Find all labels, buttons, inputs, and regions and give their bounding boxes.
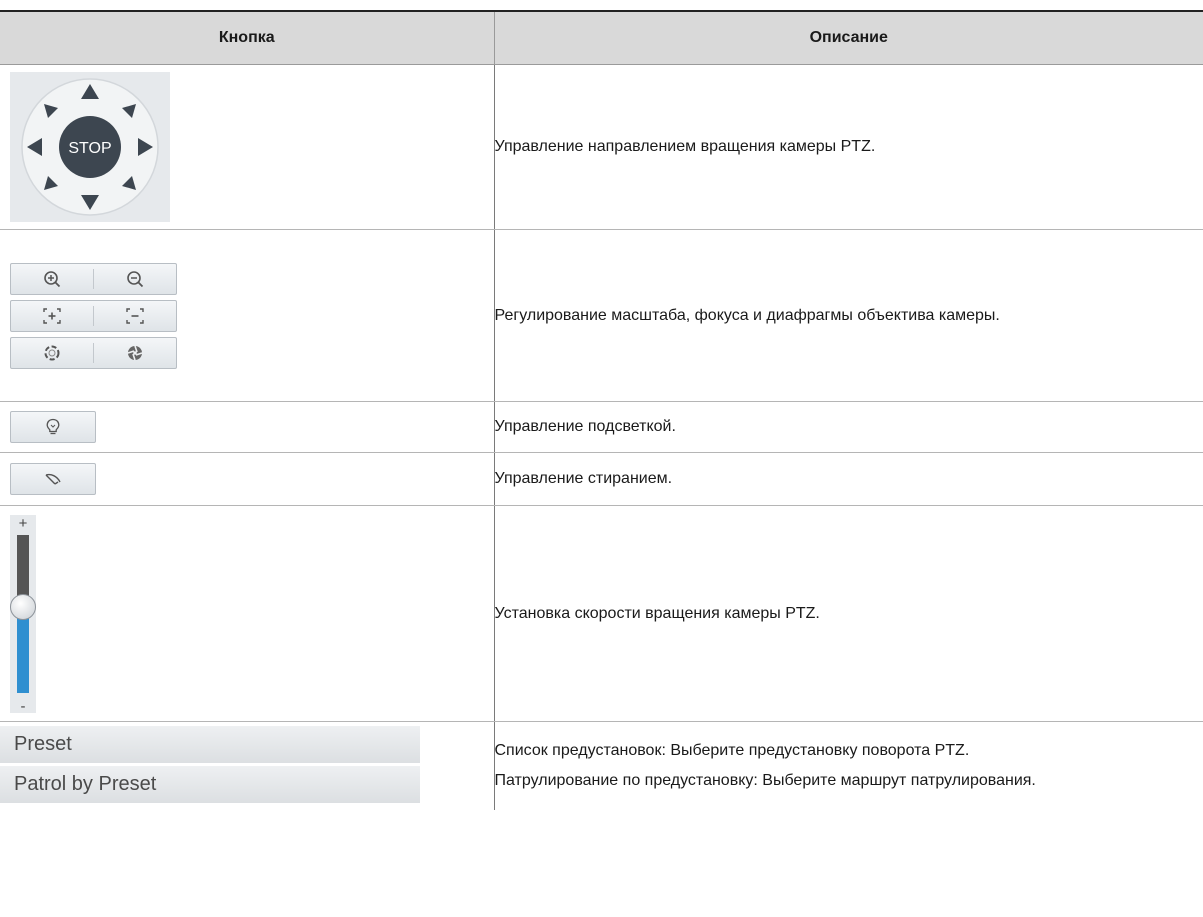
header-description: Описание: [494, 10, 1203, 65]
button-description-table: Кнопка Описание STOP Управление направле…: [0, 10, 1203, 810]
table-row: Регулирование масштаба, фокуса и диафраг…: [0, 229, 1203, 402]
table-header-row: Кнопка Описание: [0, 10, 1203, 65]
table-row: + - Установка скорости вращения камеры P…: [0, 505, 1203, 722]
row-description: Список предустановок: Выберите предустан…: [494, 741, 970, 759]
preset-menu: Preset Patrol by Preset: [0, 725, 420, 806]
iris-close-button[interactable]: [94, 338, 176, 368]
table-row: Управление подсветкой.: [0, 401, 1203, 453]
focus-buttons: [10, 299, 177, 332]
header-button: Кнопка: [0, 10, 495, 65]
ptz-direction-pad: STOP: [10, 72, 170, 222]
row-description: Управление подсветкой.: [494, 418, 676, 435]
iris-close-icon: [127, 345, 143, 360]
row-description: Управление стиранием.: [494, 470, 673, 487]
light-bulb-icon: [46, 418, 60, 435]
row-description: Управление направлением вращения камеры …: [494, 138, 876, 155]
light-button[interactable]: [10, 411, 96, 443]
zoom-in-icon: [44, 270, 61, 287]
table-row: Preset Patrol by Preset Список предустан…: [0, 721, 1203, 810]
slider-plus-label: +: [18, 514, 28, 532]
zoom-buttons: [10, 262, 177, 295]
zoom-in-button[interactable]: [11, 264, 93, 294]
table-row: STOP Управление направлением вращения ка…: [0, 64, 1203, 230]
focus-plus-icon: [43, 307, 61, 324]
zoom-out-button[interactable]: [94, 264, 176, 294]
iris-open-icon: [44, 345, 60, 360]
slider-thumb[interactable]: [10, 593, 36, 620]
iris-buttons: [10, 336, 177, 369]
wiper-icon: [45, 473, 61, 485]
patrol-by-preset-menu-item[interactable]: Patrol by Preset: [0, 765, 420, 806]
wiper-button[interactable]: [10, 463, 96, 495]
focus-near-button[interactable]: [11, 301, 93, 331]
focus-minus-icon: [126, 307, 144, 324]
speed-slider[interactable]: + -: [10, 514, 36, 715]
table-row: Управление стиранием.: [0, 452, 1203, 506]
row-description: Патрулирование по предустановку: Выберит…: [494, 771, 1036, 789]
iris-open-button[interactable]: [11, 338, 93, 368]
focus-far-button[interactable]: [94, 301, 176, 331]
row-description: Установка скорости вращения камеры PTZ.: [494, 604, 820, 622]
zoom-out-icon: [127, 270, 144, 287]
stop-label: STOP: [68, 140, 111, 157]
preset-menu-item[interactable]: Preset: [0, 725, 420, 766]
row-description: Регулирование масштаба, фокуса и диафраг…: [494, 306, 1000, 324]
slider-minus-label: -: [20, 697, 26, 715]
